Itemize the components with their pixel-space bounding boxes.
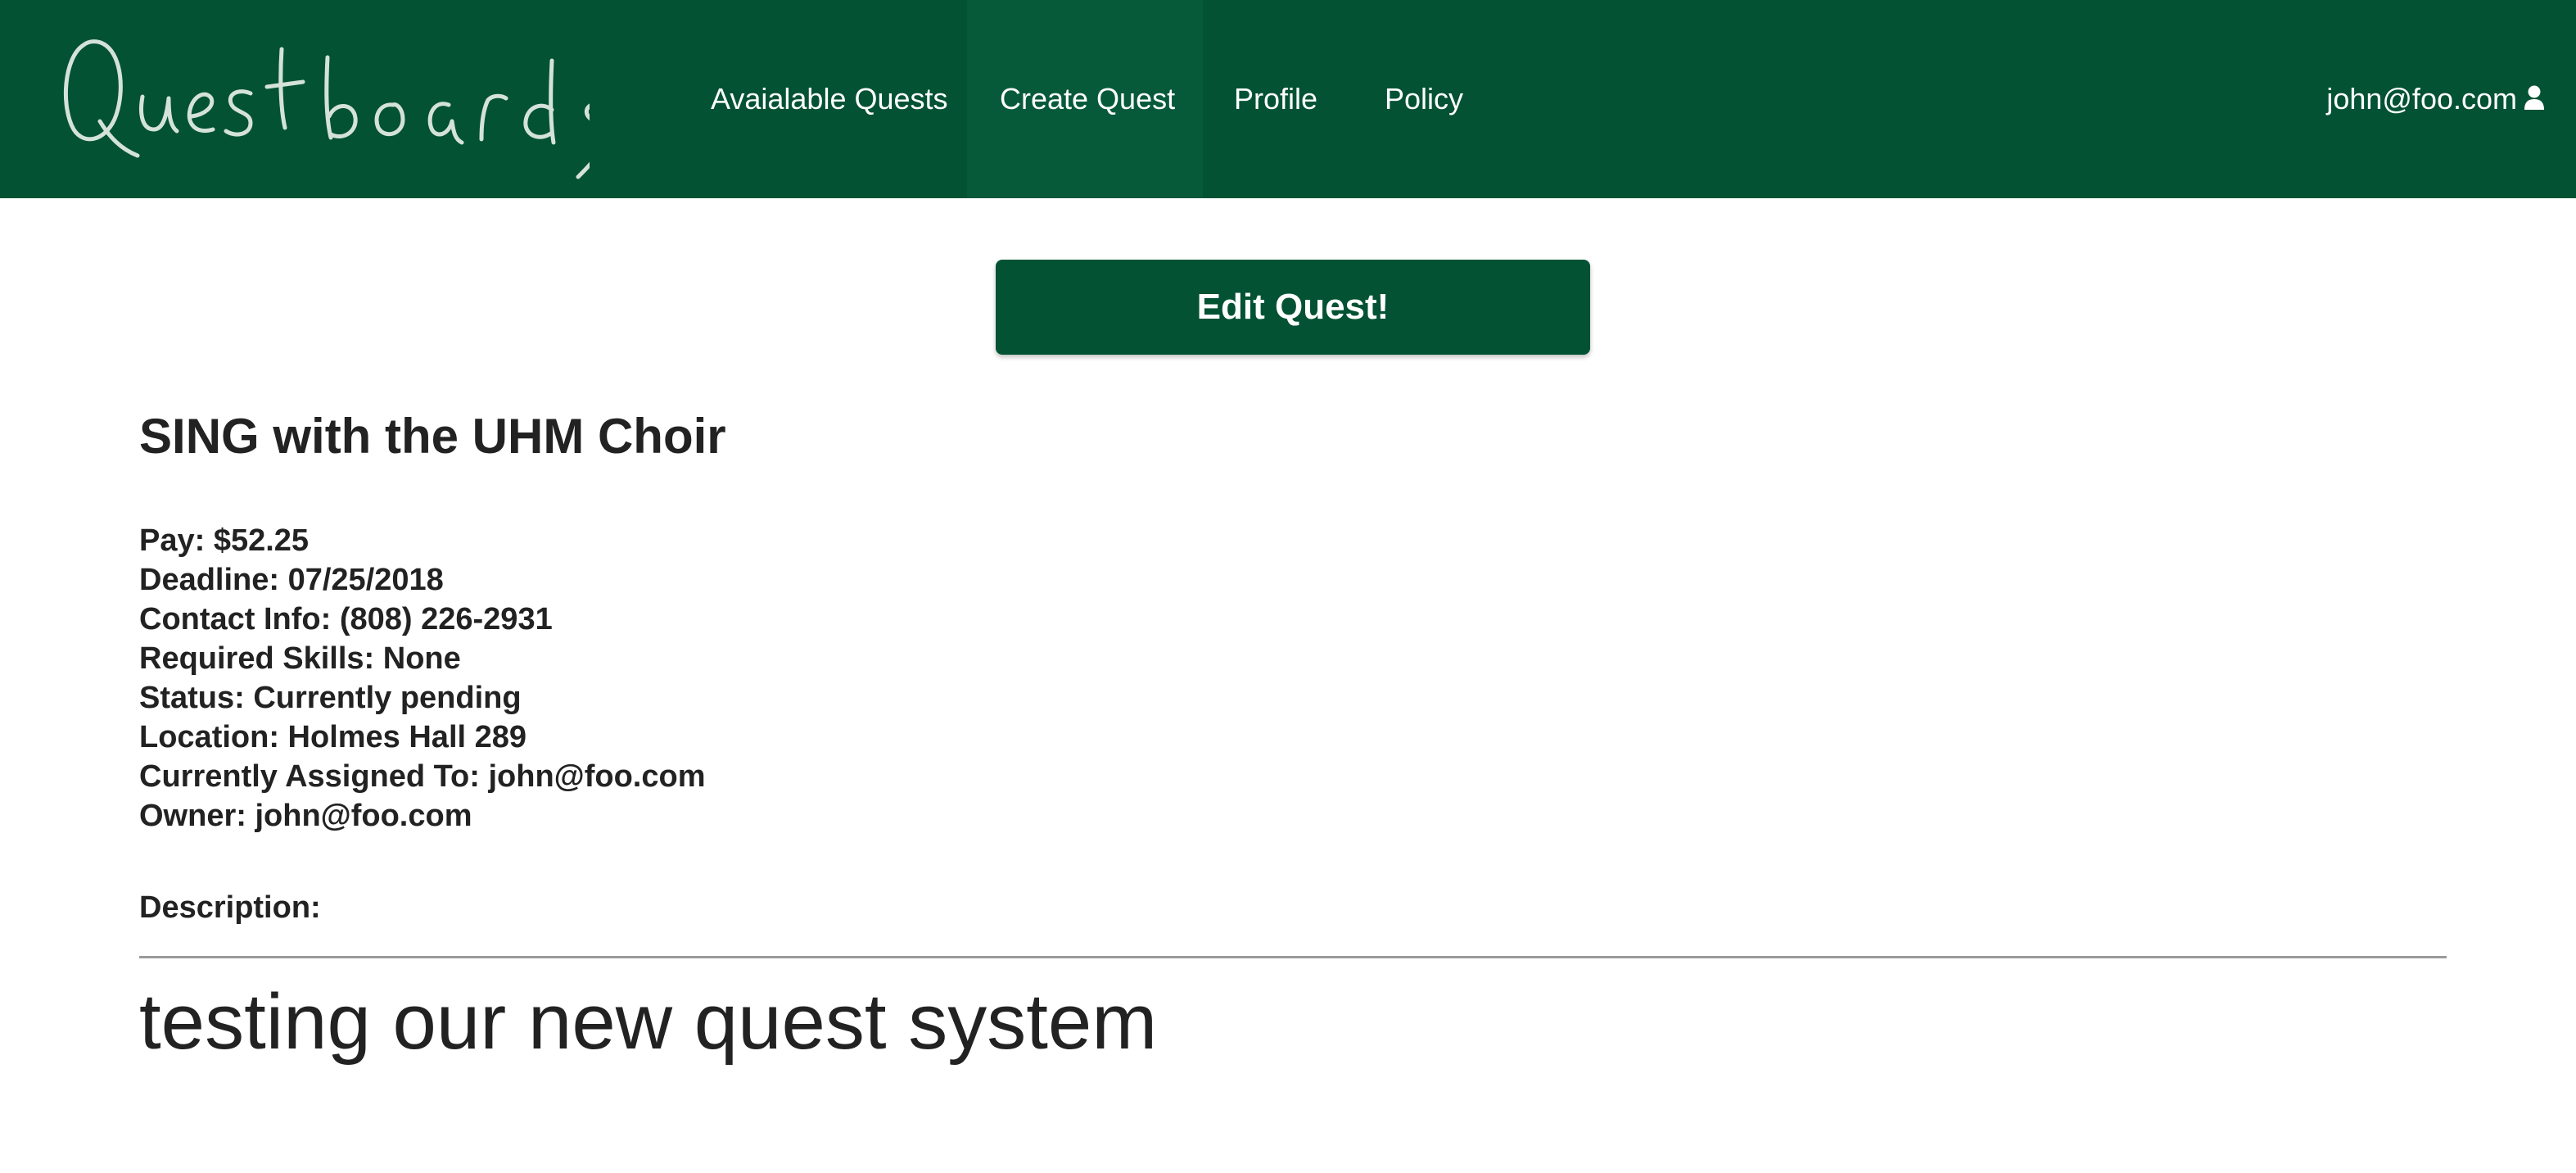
quest-title: SING with the UHM Choir — [139, 409, 726, 464]
detail-owner: Owner: john@foo.com — [139, 799, 472, 833]
detail-contact-info: Contact Info: (808) 226-2931 — [139, 602, 553, 636]
detail-pay: Pay: $52.25 — [139, 523, 310, 558]
detail-status: Status: Currently pending — [139, 681, 522, 715]
detail-required-skills: Required Skills: None — [139, 641, 461, 676]
user-email: john@foo.com — [2326, 82, 2517, 115]
nav-create-quest[interactable]: Create Quest — [967, 0, 1203, 198]
nav-profile[interactable]: Profile — [1201, 0, 1350, 198]
detail-deadline: Deadline: 07/25/2018 — [139, 563, 444, 597]
description-label: Description: — [139, 890, 321, 925]
detail-location: Location: Holmes Hall 289 — [139, 720, 527, 754]
nav-policy[interactable]: Policy — [1352, 0, 1496, 198]
detail-assigned-to: Currently Assigned To: john@foo.com — [139, 759, 706, 794]
questboards-logo-image — [63, 39, 608, 179]
top-navbar: Avaialable Quests Create Quest Profile P… — [0, 0, 2576, 198]
nav-available-quests[interactable]: Avaialable Quests — [678, 0, 981, 198]
user-menu[interactable]: john@foo.com — [2326, 0, 2545, 198]
user-icon — [2524, 85, 2544, 111]
questboards-logo[interactable] — [57, 25, 608, 180]
edit-quest-button[interactable]: Edit Quest! — [996, 260, 1590, 355]
description-divider — [139, 956, 2447, 958]
description-text: testing our new quest system — [139, 978, 1158, 1066]
quest-details: Pay: $52.25 Deadline: 07/25/2018 Contact… — [139, 521, 706, 836]
